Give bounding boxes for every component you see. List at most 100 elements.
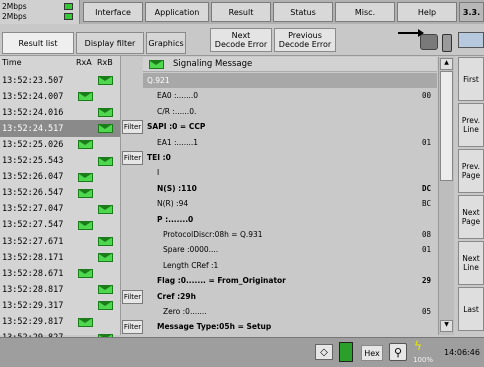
rate-2: 2Mbps bbox=[2, 12, 27, 21]
decode-line-label: TEI :0 bbox=[147, 153, 171, 162]
last-button[interactable]: Last bbox=[458, 287, 484, 331]
tab-help[interactable]: Help bbox=[397, 2, 457, 22]
next-page-button[interactable]: Next Page bbox=[458, 195, 484, 239]
decode-line[interactable]: EA1 :.......1 01 bbox=[143, 135, 437, 150]
camera-icon[interactable] bbox=[420, 34, 438, 50]
diamond-icon[interactable]: ◇ bbox=[315, 344, 333, 360]
decode-line-value: 05 bbox=[421, 307, 431, 316]
decode-title: Signaling Message bbox=[173, 59, 253, 69]
list-item[interactable]: 13:52:25.543 bbox=[0, 153, 120, 170]
decode-line-label: Cref :29h bbox=[157, 291, 196, 301]
envelope-icon bbox=[98, 108, 113, 118]
scroll-thumb[interactable] bbox=[440, 71, 453, 181]
filter-button[interactable]: Filter bbox=[122, 289, 143, 304]
list-item[interactable]: 13:52:29.817 bbox=[0, 314, 120, 331]
envelope-icon bbox=[78, 220, 93, 230]
decode-line-label: I bbox=[157, 168, 160, 178]
decode-line[interactable]: SAPI :0 = CCP bbox=[143, 119, 437, 134]
envelope-icon bbox=[78, 317, 93, 327]
link-led-2-icon bbox=[64, 13, 73, 20]
result-list-tab[interactable]: Result list bbox=[2, 32, 74, 54]
next-line-button[interactable]: Next Line bbox=[458, 241, 484, 285]
graphics-tab[interactable]: Graphics bbox=[146, 32, 186, 54]
col-rxa: RxA bbox=[76, 58, 92, 67]
list-header: Time RxA RxB bbox=[0, 58, 120, 70]
tab-result[interactable]: Result bbox=[211, 2, 271, 22]
display-filter-tab[interactable]: Display filter bbox=[76, 32, 144, 54]
list-item[interactable]: 13:52:28.817 bbox=[0, 281, 120, 298]
decode-line[interactable]: N(R) :94 BC bbox=[143, 196, 437, 211]
decode-line-value: 01 bbox=[421, 245, 431, 255]
scroll-up-button[interactable]: ▲ bbox=[440, 58, 453, 70]
monitor-icon[interactable] bbox=[458, 32, 484, 48]
prev-line-button[interactable]: Prev. Line bbox=[458, 103, 484, 147]
next-decode-error-button[interactable]: Next Decode Error bbox=[210, 28, 272, 52]
decode-line[interactable]: Spare :0000.... 01 bbox=[143, 242, 437, 257]
first-button[interactable]: First bbox=[458, 57, 484, 101]
filter-button[interactable]: Filter bbox=[122, 320, 143, 335]
tab-application[interactable]: Application bbox=[145, 2, 209, 22]
decode-line-label: Q.921 bbox=[147, 76, 170, 85]
decode-line[interactable]: C/R :......0. bbox=[143, 104, 437, 119]
list-item[interactable]: 13:52:27.547 bbox=[0, 217, 120, 234]
decode-line[interactable]: Q.921 bbox=[143, 73, 437, 88]
decode-line[interactable]: ProtocolDiscr:08h = Q.931 08 bbox=[143, 227, 437, 242]
list-item[interactable]: 13:52:28.671 bbox=[0, 265, 120, 282]
hex-button[interactable]: Hex bbox=[361, 345, 383, 361]
list-item[interactable]: 13:52:28.171 bbox=[0, 249, 120, 266]
envelope-icon bbox=[98, 301, 113, 311]
vertical-scrollbar[interactable]: ▲ ▼ bbox=[438, 57, 454, 335]
list-item[interactable]: 13:52:27.671 bbox=[0, 233, 120, 250]
decode-line[interactable]: Zero :0....... 05 bbox=[143, 304, 437, 319]
row-time: 13:52:27.671 bbox=[2, 236, 64, 247]
decode-line[interactable]: I bbox=[143, 165, 437, 180]
list-item[interactable]: 13:52:24.007 bbox=[0, 88, 120, 105]
row-time: 13:52:25.543 bbox=[2, 156, 64, 166]
row-time: 13:52:28.817 bbox=[2, 284, 64, 295]
tab-version[interactable]: 3.3. bbox=[459, 2, 484, 22]
decode-line-label: ProtocolDiscr:08h = Q.931 bbox=[163, 230, 263, 239]
zoom-percent: 100% bbox=[413, 356, 434, 364]
list-item[interactable]: 13:52:26.547 bbox=[0, 185, 120, 202]
list-item[interactable]: 13:52:24.016 bbox=[0, 104, 120, 121]
filter-button[interactable]: Filter bbox=[122, 151, 143, 165]
list-item[interactable]: 13:52:26.047 bbox=[0, 169, 120, 186]
list-item[interactable]: 13:52:29.317 bbox=[0, 297, 120, 314]
decode-line-label: Length CRef :1 bbox=[163, 260, 219, 270]
decode-line[interactable]: P :.......0 bbox=[143, 212, 437, 227]
tab-status[interactable]: Status bbox=[273, 2, 333, 22]
list-item[interactable]: 13:52:25.026 bbox=[0, 136, 120, 153]
status-bar bbox=[0, 337, 484, 367]
decode-line-value: 01 bbox=[421, 137, 431, 147]
filter-button[interactable]: Filter bbox=[122, 120, 143, 135]
tab-misc[interactable]: Misc. bbox=[335, 2, 395, 22]
decode-line[interactable]: Cref :29h bbox=[143, 289, 437, 304]
row-time: 13:52:24.007 bbox=[2, 91, 64, 102]
decode-title-row: Signaling Message bbox=[143, 57, 437, 72]
envelope-icon bbox=[98, 156, 113, 166]
prev-page-button[interactable]: Prev. Page bbox=[458, 149, 484, 193]
list-item[interactable]: 13:52:23.507 bbox=[0, 72, 120, 89]
tab-interface[interactable]: Interface bbox=[83, 2, 143, 22]
envelope-icon bbox=[78, 140, 93, 150]
decode-line[interactable]: Flag :0....... = From_Originator 29 bbox=[143, 273, 437, 288]
scroll-down-button[interactable]: ▼ bbox=[440, 320, 453, 332]
clock: 14:06:46 bbox=[444, 348, 480, 357]
zoom-icon[interactable]: ⚲ bbox=[389, 343, 407, 361]
envelope-icon bbox=[98, 253, 113, 263]
decode-line[interactable]: N(S) :110 DC bbox=[143, 181, 437, 196]
decode-line[interactable]: Message Type:05h = Setup bbox=[143, 319, 437, 334]
decode-line-label: EA0 :.......0 bbox=[157, 91, 199, 101]
previous-decode-error-button[interactable]: Previous Decode Error bbox=[274, 28, 336, 52]
decode-line[interactable]: Length CRef :1 bbox=[143, 258, 437, 273]
list-item[interactable]: 13:52:24.517 bbox=[0, 120, 120, 138]
list-item[interactable]: 13:52:27.047 bbox=[0, 201, 120, 218]
decode-line-label: C/R :......0. bbox=[157, 106, 197, 116]
row-time: 13:52:27.547 bbox=[2, 220, 64, 231]
envelope-icon bbox=[149, 60, 164, 69]
decode-line[interactable]: EA0 :.......0 00 bbox=[143, 88, 437, 103]
envelope-icon bbox=[98, 285, 113, 295]
device-icon[interactable] bbox=[442, 34, 452, 52]
decode-line[interactable]: TEI :0 bbox=[143, 150, 437, 165]
row-time: 13:52:25.026 bbox=[2, 139, 64, 150]
